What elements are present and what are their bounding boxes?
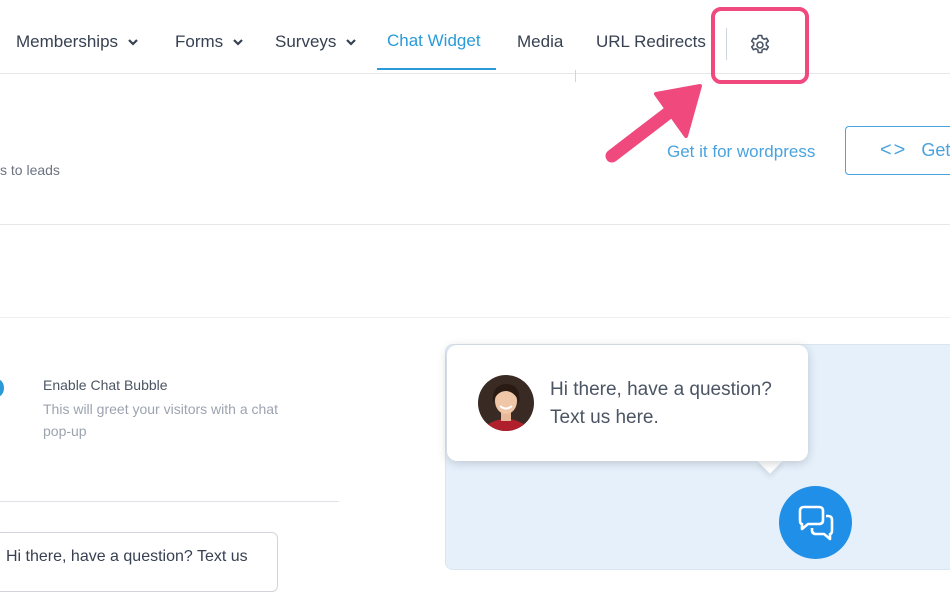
avatar	[478, 375, 534, 431]
enable-bubble-description: This will greet your visitors with a cha…	[43, 401, 278, 439]
nav-surveys-label: Surveys	[275, 32, 337, 51]
nav-forms[interactable]: Forms	[175, 32, 244, 52]
page-subtitle: s to leads	[0, 162, 60, 178]
wordpress-link[interactable]: Get it for wordpress	[667, 142, 815, 162]
bubble-message-input[interactable]: Hi there, have a question? Text us	[0, 532, 278, 592]
chevron-down-icon	[233, 39, 243, 46]
chevron-down-icon	[346, 39, 357, 46]
chat-bubbles-icon	[798, 505, 833, 540]
get-code-label: Get	[921, 140, 950, 160]
nav-memberships[interactable]: Memberships	[16, 32, 139, 52]
nav-forms-label: Forms	[175, 32, 224, 51]
nav-media-label: Media	[517, 32, 564, 51]
get-code-button[interactable]: <> Get	[845, 126, 950, 175]
nav-url-redirects[interactable]: URL Redirects	[596, 32, 706, 52]
highlight-frame	[711, 7, 809, 84]
active-tab-indicator	[377, 68, 496, 70]
enable-bubble-toggle[interactable]	[0, 379, 4, 397]
settings-divider	[0, 501, 339, 502]
nav-url-redirects-label: URL Redirects	[596, 32, 706, 51]
nav-chat-widget-label: Chat Widget	[387, 31, 481, 50]
nav-memberships-label: Memberships	[16, 32, 119, 51]
chat-launcher-button[interactable]	[779, 486, 852, 559]
nav-surveys[interactable]: Surveys	[275, 32, 357, 52]
section-divider	[0, 317, 950, 318]
bubble-message-text: Hi there, have a question? Text us here.	[550, 379, 772, 428]
chevron-down-icon	[128, 39, 138, 46]
enable-bubble-title: Enable Chat Bubble	[43, 377, 168, 393]
code-icon: <>	[880, 139, 908, 161]
nav-chat-widget[interactable]: Chat Widget	[387, 31, 481, 51]
nav-media[interactable]: Media	[517, 32, 563, 52]
